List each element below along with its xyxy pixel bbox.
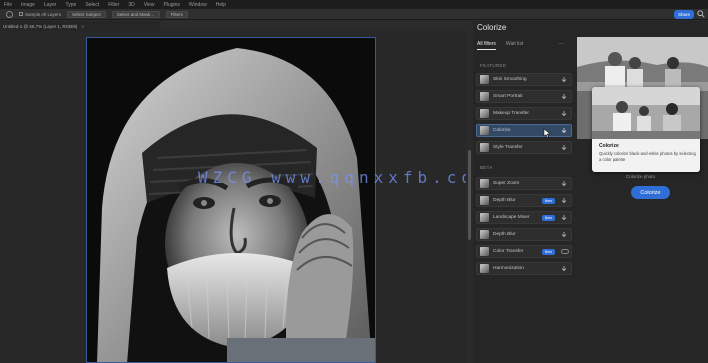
download-icon[interactable] [561, 76, 567, 83]
options-bar: Sample All Layers Select Subject Select … [0, 9, 708, 20]
download-icon[interactable] [561, 231, 567, 238]
select-subject-button[interactable]: Select Subject [67, 10, 106, 18]
filter-item-skin-smoothing[interactable]: Skin Smoothing [476, 73, 572, 86]
menu-image[interactable]: Image [21, 2, 35, 8]
checkbox-icon [19, 12, 23, 16]
new-badge: New [541, 248, 555, 255]
filter-item-color-transfer[interactable]: Color Transfer New [476, 245, 572, 258]
menu-layer[interactable]: Layer [44, 2, 57, 8]
menu-select[interactable]: Select [85, 2, 99, 8]
download-icon[interactable] [561, 180, 567, 187]
menu-view[interactable]: View [144, 2, 155, 8]
filter-thumbnail [480, 179, 489, 188]
filter-toggle[interactable] [561, 249, 569, 254]
panel-title: Colorize [477, 23, 507, 32]
filter-label: Super Zoom [493, 181, 520, 186]
filter-item-depth-blur-2[interactable]: Depth Blur [476, 228, 572, 241]
filter-item-super-zoom[interactable]: Super Zoom [476, 177, 572, 190]
filter-thumbnail [480, 247, 489, 256]
select-and-mask-button[interactable]: Select and Mask… [111, 10, 160, 18]
portrait-photo[interactable] [86, 37, 376, 363]
filter-item-style-transfer[interactable]: Style Transfer [476, 141, 572, 154]
section-featured-label: FEATURED [480, 63, 507, 68]
filter-item-colorize[interactable]: Colorize [476, 124, 572, 137]
download-icon[interactable] [561, 93, 567, 100]
more-options-icon[interactable]: ··· [558, 41, 564, 47]
tab-all-filters[interactable]: All filters [477, 41, 496, 50]
filter-thumbnail [480, 264, 489, 273]
filter-label: Depth Blur [493, 198, 516, 203]
filter-item-depth-blur[interactable]: Depth Blur New [476, 194, 572, 207]
filter-thumbnail [480, 126, 489, 135]
download-icon[interactable] [561, 214, 567, 221]
tool-preset-icon[interactable] [6, 10, 13, 18]
new-badge: New [541, 214, 555, 221]
new-badge: New [541, 197, 555, 204]
scrollbar-thumb[interactable] [468, 150, 471, 240]
filter-thumbnail [480, 230, 489, 239]
filter-label: Skin Smoothing [493, 77, 527, 82]
popover-description: Quickly colorize black-and-white photos … [599, 151, 696, 162]
download-icon[interactable] [561, 144, 567, 151]
section-beta-label: BETA [480, 165, 493, 170]
share-button[interactable]: Share [674, 10, 694, 19]
download-icon[interactable] [561, 197, 567, 204]
filter-item-makeup-transfer[interactable]: Makeup Transfer [476, 107, 572, 120]
filter-label: Landscape Mixer [493, 215, 530, 220]
document-tab[interactable]: Untitled-1 @ 66.7% (Layer 1, RGB/8) × [0, 21, 160, 31]
filter-info-popover: Colorize Quickly colorize black-and-whit… [592, 87, 700, 172]
download-icon[interactable] [561, 265, 567, 272]
sample-all-layers-checkbox[interactable]: Sample All Layers [19, 12, 61, 17]
menu-plugins[interactable]: Plugins [164, 2, 180, 8]
filter-label: Makeup Transfer [493, 111, 529, 116]
menu-help[interactable]: Help [216, 2, 226, 8]
filter-thumbnail [480, 196, 489, 205]
menu-file[interactable]: File [4, 2, 12, 8]
menu-bar: File Image Layer Type Select Filter 3D V… [0, 0, 708, 9]
menu-filter[interactable]: Filter [108, 2, 119, 8]
tab-wait-list[interactable]: Wait list [506, 41, 523, 50]
filter-label: Harmonization [493, 266, 524, 271]
filter-thumbnail [480, 213, 489, 222]
popover-preview-image [592, 87, 700, 139]
filter-label: Smart Portrait [493, 94, 523, 99]
search-icon[interactable] [697, 10, 705, 18]
download-icon[interactable] [561, 127, 567, 134]
filter-label: Depth Blur [493, 232, 516, 237]
filter-label: Color Transfer [493, 249, 524, 254]
panel-tabs: All filters Wait list [477, 41, 523, 50]
filter-item-harmonization[interactable]: Harmonization [476, 262, 572, 275]
filter-item-smart-portrait[interactable]: Smart Portrait [476, 90, 572, 103]
filter-label: Style Transfer [493, 145, 523, 150]
mouse-cursor-icon [543, 128, 551, 138]
preview-caption: Colorize photo [626, 174, 656, 179]
popover-title: Colorize [599, 143, 619, 149]
document-title: Untitled-1 @ 66.7% (Layer 1, RGB/8) [3, 23, 78, 29]
colorize-button[interactable]: Colorize [631, 186, 670, 199]
filter-item-landscape-mixer[interactable]: Landscape Mixer New [476, 211, 572, 224]
download-icon[interactable] [561, 110, 567, 117]
menu-3d[interactable]: 3D [128, 2, 134, 8]
close-tab-icon[interactable]: × [81, 24, 84, 29]
menu-type[interactable]: Type [65, 2, 76, 8]
filter-thumbnail [480, 143, 489, 152]
filter-thumbnail [480, 92, 489, 101]
menu-window[interactable]: Window [189, 2, 207, 8]
filter-thumbnail [480, 75, 489, 84]
filter-thumbnail [480, 109, 489, 118]
filters-button[interactable]: Filters [165, 10, 188, 18]
watermark-text: WZCG www.qqnxxfb.com [198, 168, 491, 187]
portrait-image [87, 38, 375, 362]
checkbox-label: Sample All Layers [25, 11, 62, 17]
